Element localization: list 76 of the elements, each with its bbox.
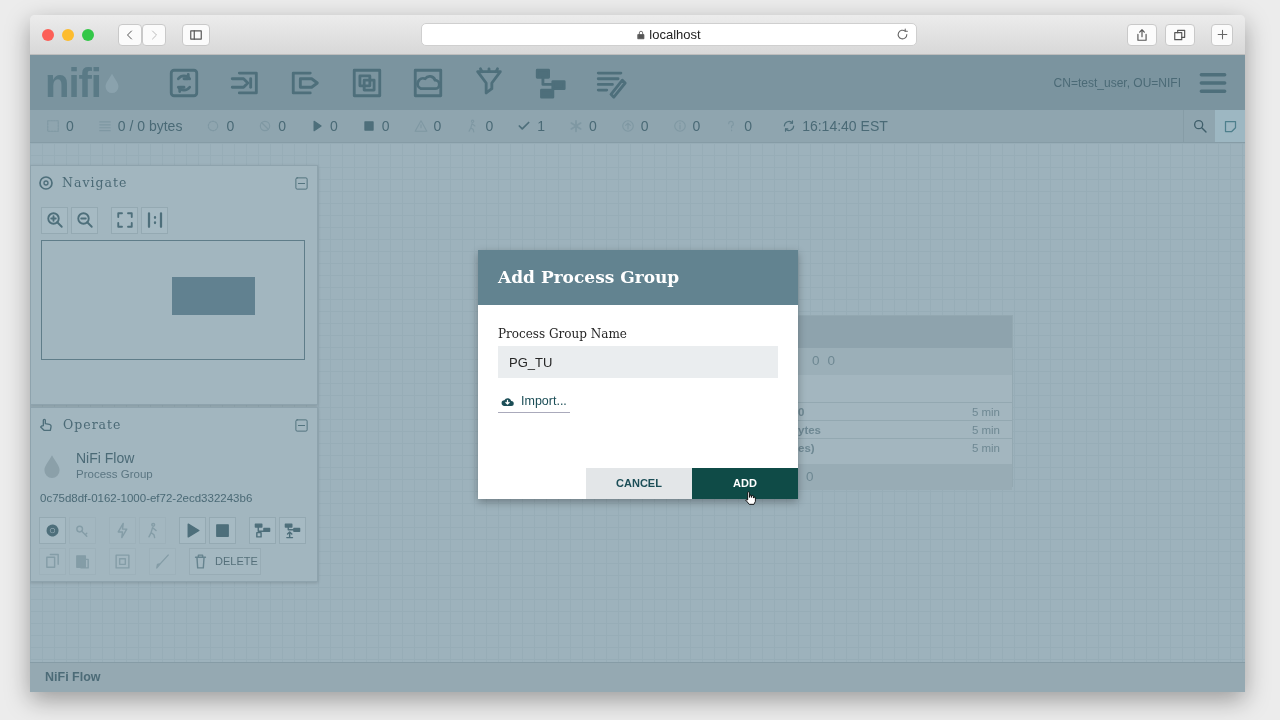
hand-icon [38,417,54,434]
action-button[interactable] [279,517,306,544]
minimize-button[interactable] [62,28,74,41]
zoom-button[interactable] [82,28,94,41]
plus-icon [1215,28,1229,41]
status-count: 1 [537,116,545,136]
import-link[interactable]: Import... [498,392,570,413]
status-count: 0 [381,116,390,136]
paste-icon [74,553,91,570]
status-count: 0 [433,116,442,136]
group-icon [114,553,131,570]
close-button[interactable] [42,28,54,41]
note-icon [1222,118,1238,134]
status-count: 0 [588,116,597,136]
status-count: 0 [692,116,701,136]
share-icon [1135,27,1149,42]
pointer-cursor-icon [743,489,759,507]
action-button[interactable] [39,517,66,544]
component-type: Process Group [76,467,153,482]
zoom-out-icon [75,211,94,230]
birdseye-view[interactable] [41,239,305,360]
zoom-button[interactable] [41,206,68,234]
panel-title: Operate [63,416,122,434]
address-text: localhost [649,25,701,44]
refresh-icon [782,119,797,133]
status-count: 0 / 0 bytes [117,116,183,136]
zoom-button[interactable] [111,206,138,234]
action-button[interactable] [209,517,236,544]
action-button[interactable] [249,517,276,544]
add-button[interactable]: ADD [692,468,798,499]
stop-icon [214,522,231,539]
stop-icon [361,119,376,133]
zoom-in-icon [45,211,64,230]
collapse-icon[interactable] [294,175,309,191]
status-count: 0 [66,116,74,136]
actual-size-icon [145,211,164,230]
sidebar-button[interactable] [182,23,210,46]
template-upload-icon [284,522,301,539]
status-count: 0 [744,116,753,136]
check-icon [517,119,532,133]
brush-icon [154,553,171,570]
component-name: NiFi Flow [76,450,136,468]
status-count: 0 [640,116,649,136]
reload-icon[interactable] [895,28,909,41]
play-icon [310,119,324,133]
lock-icon [636,29,647,40]
panel-title: Navigate [62,174,128,192]
gear-icon [44,522,61,539]
status-count: 0 [278,116,286,136]
tabs-button[interactable] [1165,23,1195,46]
status-count: 0 [226,116,235,136]
zoom-button[interactable] [71,206,98,234]
dialog-title: Add Process Group [478,250,798,305]
address-bar[interactable]: localhost [420,23,917,46]
search-icon [1191,118,1208,134]
collapse-icon[interactable] [294,417,309,433]
sidebar-icon [189,27,203,42]
action-button[interactable] [179,517,206,544]
status-count: 16:14:40 EST [802,116,888,136]
cancel-button[interactable]: CANCEL [586,468,692,499]
new-tab-button[interactable] [1211,23,1233,46]
name-input[interactable]: PG_TU [498,346,778,378]
zoom-button[interactable] [141,206,168,234]
field-label: Process Group Name [498,326,628,343]
fit-icon [115,211,134,230]
back-button[interactable] [118,23,142,46]
share-button[interactable] [1127,23,1157,46]
copy-icon [44,553,61,570]
forward-button[interactable] [142,23,166,46]
component-id: 0c75d8df-0162-1000-ef72-2ecd332243b6 [39,490,254,506]
tabs-icon [1173,27,1187,42]
bulletin-button[interactable] [1215,110,1245,142]
status-count: 0 [330,116,338,136]
template-save-icon [254,522,271,539]
compass-icon [38,175,54,192]
status-count: 0 [485,116,494,136]
